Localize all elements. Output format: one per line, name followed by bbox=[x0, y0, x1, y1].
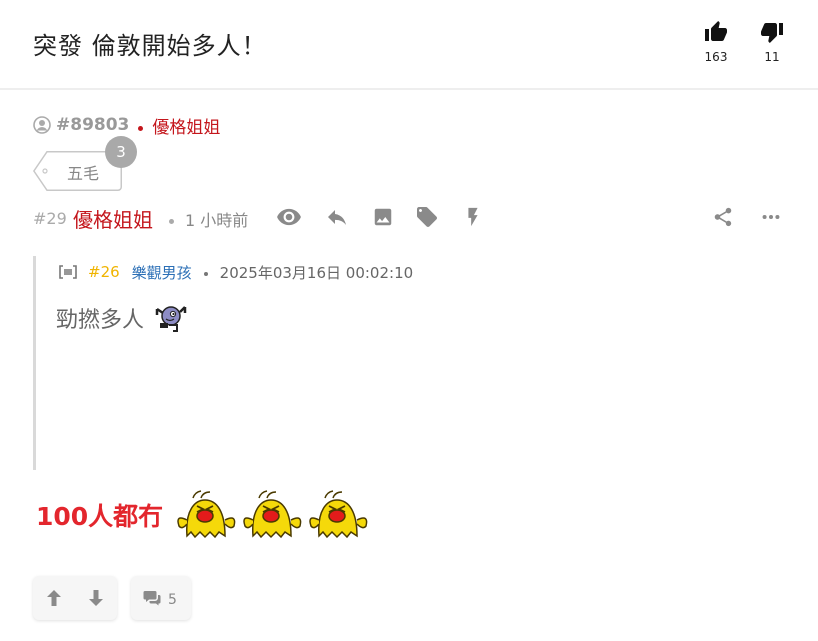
laughing-sticker-icon bbox=[309, 490, 368, 539]
post-time: 1 小時前 bbox=[185, 211, 249, 230]
lightning-icon bbox=[468, 207, 478, 227]
reply-button[interactable] bbox=[323, 204, 351, 230]
share-button[interactable] bbox=[709, 204, 737, 230]
quote-header: #26 樂觀男孩 2025年03月16日 00:02:10 bbox=[58, 262, 413, 282]
thread-header: 突發 倫敦開始多人！ 163 11 bbox=[0, 0, 818, 90]
separator-dot bbox=[169, 219, 174, 224]
arrow-up-icon bbox=[47, 590, 61, 606]
tag-button[interactable] bbox=[413, 204, 441, 230]
image-icon bbox=[374, 208, 392, 226]
reply-icon bbox=[328, 210, 346, 225]
arrow-down-icon bbox=[89, 590, 103, 606]
quote-body: 勁撚多人 bbox=[56, 302, 188, 334]
view-button[interactable] bbox=[275, 204, 303, 230]
thread-meta: #89803 優格姐姐 bbox=[33, 113, 220, 138]
post-floor-number[interactable]: #29 bbox=[33, 209, 67, 228]
post-footer: 5 bbox=[33, 576, 191, 620]
image-button[interactable] bbox=[369, 204, 397, 230]
quote-floor-number[interactable]: #26 bbox=[88, 263, 120, 281]
separator-dot bbox=[138, 125, 144, 131]
reply-text: 100人都冇 bbox=[36, 502, 164, 531]
thumbs-up-icon bbox=[705, 21, 727, 41]
laughing-sticker-icon bbox=[177, 490, 236, 539]
vote-button-group bbox=[33, 576, 117, 620]
upvote-count: 163 bbox=[704, 50, 728, 64]
more-icon bbox=[762, 214, 780, 220]
quote-icon bbox=[59, 265, 77, 279]
tag-chip[interactable]: 五毛 3 bbox=[33, 136, 137, 191]
tag-icon bbox=[417, 207, 437, 227]
reply-body: 100人都冇 bbox=[36, 490, 371, 540]
separator-dot bbox=[203, 272, 208, 276]
thumbs-down-icon bbox=[761, 23, 783, 43]
quote-block: #26 樂觀男孩 2025年03月16日 00:02:10 勁撚多人 bbox=[33, 256, 773, 470]
thread-title: 突發 倫敦開始多人！ bbox=[33, 32, 267, 60]
post-upvote-button[interactable] bbox=[33, 576, 75, 620]
tag-label: 五毛 bbox=[67, 164, 100, 183]
quote-text: 勁撚多人 bbox=[56, 308, 145, 333]
laughing-sticker-icon bbox=[243, 490, 302, 539]
quick-reply-button[interactable] bbox=[459, 204, 487, 230]
downvote-count: 11 bbox=[764, 50, 780, 64]
comments-button[interactable]: 5 bbox=[131, 576, 191, 620]
downvote-button[interactable]: 11 bbox=[752, 20, 792, 64]
sticker-icon bbox=[155, 306, 187, 332]
post-header: #29 優格姐姐 1 小時前 bbox=[33, 203, 793, 233]
comment-count: 5 bbox=[168, 592, 177, 608]
op-name[interactable]: 優格姐姐 bbox=[152, 113, 220, 138]
thread-id: #89803 bbox=[56, 115, 130, 135]
post-author[interactable]: 優格姐姐 bbox=[73, 204, 153, 233]
more-button[interactable] bbox=[757, 204, 785, 230]
share-icon bbox=[714, 207, 732, 227]
eye-icon bbox=[277, 208, 301, 226]
user-icon bbox=[33, 116, 51, 134]
upvote-button[interactable]: 163 bbox=[696, 20, 736, 64]
post-downvote-button[interactable] bbox=[75, 576, 117, 620]
quote-username[interactable]: 樂觀男孩 bbox=[132, 262, 192, 283]
comment-icon bbox=[143, 591, 161, 606]
quote-date: 2025年03月16日 00:02:10 bbox=[219, 263, 414, 282]
tag-count-badge: 3 bbox=[105, 136, 137, 168]
